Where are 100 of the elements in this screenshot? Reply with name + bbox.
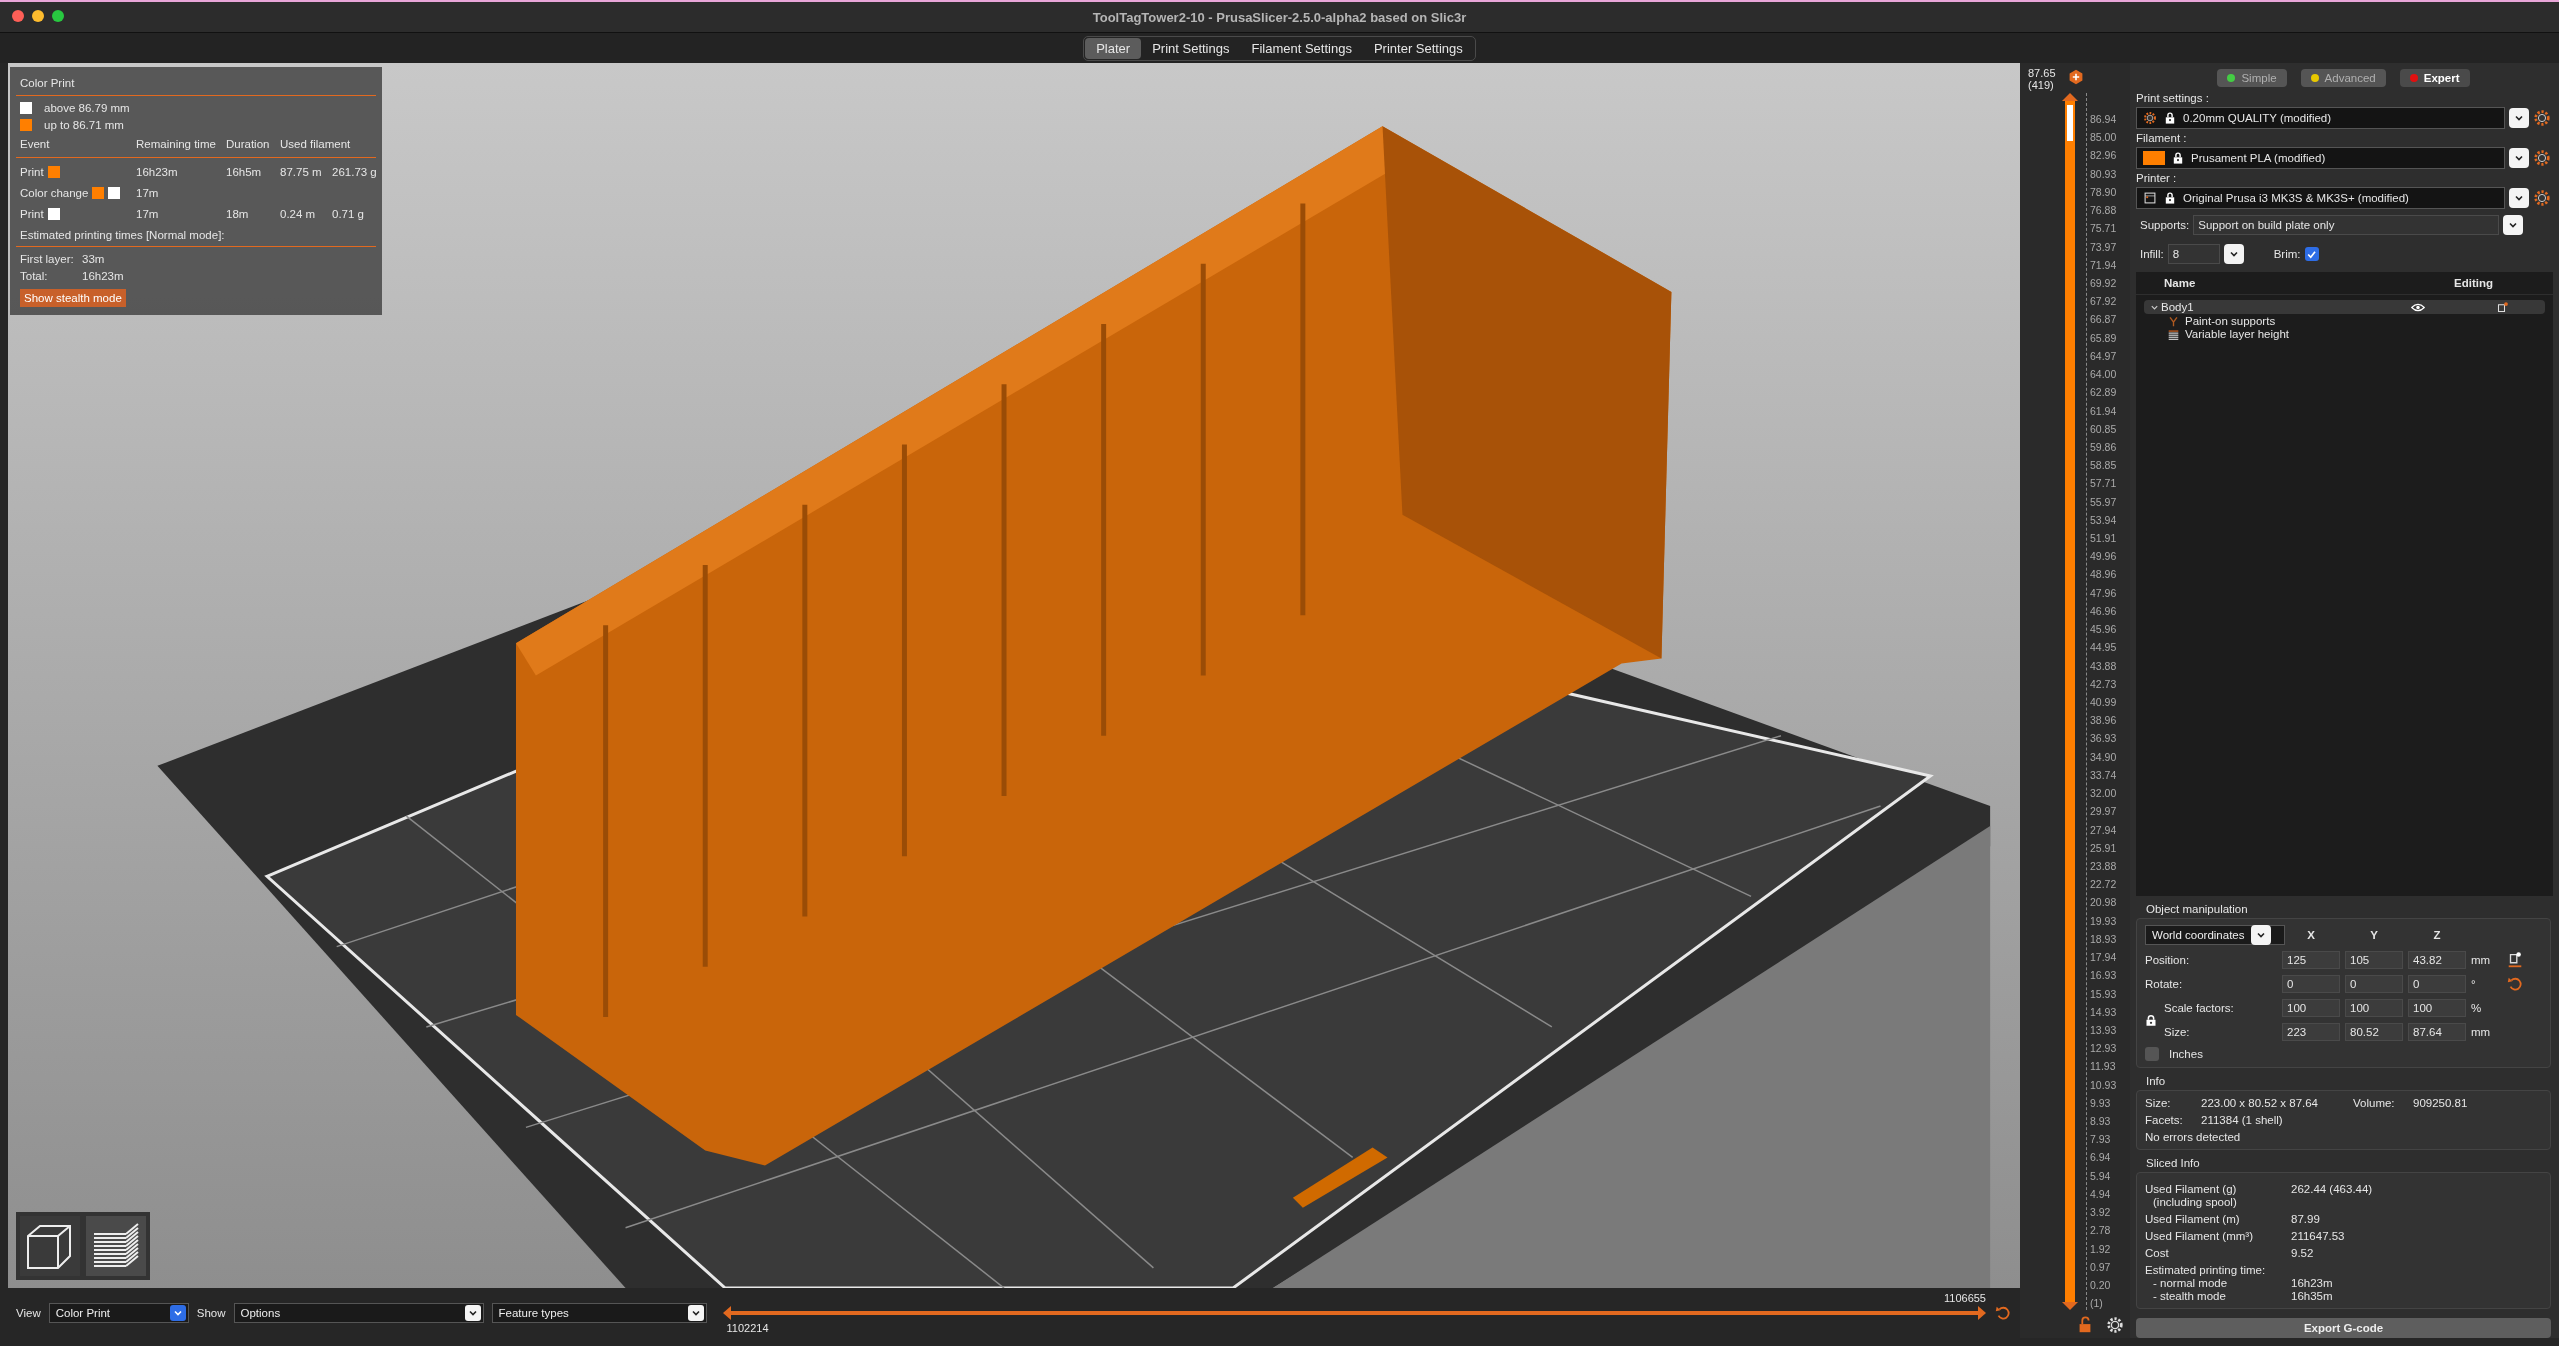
tab[interactable]: Plater: [1085, 37, 1142, 59]
input-field[interactable]: 100: [2345, 999, 2403, 1017]
table-cell-text: 17m: [136, 187, 160, 199]
eye-icon[interactable]: [2411, 302, 2425, 312]
layer-height-tick: 15.93: [2090, 987, 2117, 1000]
3d-scene-drawing[interactable]: [8, 63, 2020, 1288]
column-header: Name: [2164, 277, 2196, 289]
view-dropdown[interactable]: Color Print: [48, 1303, 189, 1323]
layers-icon: [2168, 328, 2179, 340]
slider-handle[interactable]: [1978, 1306, 1986, 1320]
dropdown-button[interactable]: [2251, 925, 2271, 945]
layer-height-tick: 51.91: [2090, 532, 2117, 545]
gear-icon[interactable]: [2533, 189, 2551, 207]
edit-icon[interactable]: [2497, 301, 2509, 313]
export-gcode-button[interactable]: Export G-code: [2136, 1318, 2551, 1338]
lock-icon[interactable]: [2145, 1013, 2157, 1027]
dropdown-button[interactable]: [2503, 215, 2523, 235]
chevron-down-icon[interactable]: [467, 1308, 478, 1318]
preset-dropdown[interactable]: 0.20mm QUALITY (modified): [2136, 107, 2505, 129]
chevron-down-icon[interactable]: [2508, 220, 2518, 230]
layer-height-tick: 16.93: [2090, 969, 2117, 982]
layer-height-tick: 5.94: [2090, 1169, 2112, 1182]
layer-slider[interactable]: [2065, 101, 2075, 1302]
layer-height-tick: 46.96: [2090, 604, 2117, 617]
layer-height-tick: 38.96: [2090, 714, 2117, 727]
move-slider[interactable]: [730, 1311, 1978, 1315]
input-field[interactable]: 43.82: [2408, 951, 2466, 969]
layers-icon[interactable]: [86, 1216, 146, 1276]
mode-button[interactable]: Advanced: [2300, 69, 2386, 87]
brim-checkbox[interactable]: [2304, 247, 2319, 261]
table-cell-text: 0.24 m: [280, 208, 317, 220]
object-row[interactable]: Body1: [2144, 300, 2545, 314]
slider-end-label: 1106655: [1944, 1292, 1986, 1304]
infill-field[interactable]: 8: [2167, 244, 2220, 264]
mode-button[interactable]: Expert: [2399, 69, 2470, 87]
layer-height-tick: 7.93: [2090, 1133, 2112, 1146]
input-field[interactable]: 105: [2345, 951, 2403, 969]
layer-height-tick: 6.94: [2090, 1151, 2112, 1164]
inches-checkbox[interactable]: [2145, 1047, 2159, 1061]
layer-height-tick: 27.94: [2090, 823, 2117, 836]
cube-icon[interactable]: [20, 1216, 80, 1276]
revert-icon[interactable]: [2506, 975, 2524, 993]
chevron-down-icon[interactable]: [2514, 193, 2524, 203]
feature-types-dropdown[interactable]: Feature types: [491, 1303, 707, 1323]
preset-label: Filament :: [2136, 132, 2188, 144]
close-button[interactable]: [12, 10, 24, 22]
minimize-button[interactable]: [32, 10, 44, 22]
input-field[interactable]: 100: [2408, 999, 2466, 1017]
object-part-name[interactable]: Paint-on supports: [2185, 315, 2276, 327]
table-cell-text: 18m: [226, 208, 250, 220]
tab[interactable]: Filament Settings: [1240, 37, 1363, 59]
preset-dropdown[interactable]: Prusament PLA (modified): [2136, 147, 2505, 169]
table-cell-text: 87.75 m: [280, 166, 323, 178]
show-dropdown[interactable]: Options: [233, 1303, 484, 1323]
legend-title: Color Print: [19, 76, 76, 91]
chevron-down-icon[interactable]: [2514, 113, 2524, 123]
input-field[interactable]: 80.52: [2345, 1023, 2403, 1041]
layer-height-tick: 48.96: [2090, 568, 2117, 581]
input-field[interactable]: 87.64: [2408, 1023, 2466, 1041]
field-label: Size:: [2164, 1026, 2191, 1038]
table-cell-text: 17m: [136, 208, 160, 220]
layer-height-tick: 20.98: [2090, 896, 2117, 909]
info-label: Volume:: [2353, 1097, 2396, 1109]
tab[interactable]: Print Settings: [1141, 37, 1241, 59]
info-label: Used Filament (m): [2145, 1213, 2241, 1225]
chevron-down-icon[interactable]: [690, 1308, 701, 1318]
chevron-down-icon[interactable]: [2256, 930, 2266, 940]
chevron-down-icon[interactable]: [2514, 153, 2524, 163]
dropdown-button[interactable]: [2509, 148, 2529, 168]
zoom-button[interactable]: [52, 10, 64, 22]
event-label: Print: [20, 208, 44, 220]
input-field[interactable]: 125: [2282, 951, 2340, 969]
dropdown-button[interactable]: [2509, 188, 2529, 208]
tab[interactable]: Printer Settings: [1362, 37, 1474, 59]
mode-button[interactable]: Simple: [2217, 69, 2287, 87]
layer-height-tick: 86.94: [2090, 113, 2117, 125]
input-field[interactable]: 100: [2282, 999, 2340, 1017]
input-field[interactable]: 0: [2408, 975, 2466, 993]
dropdown-button[interactable]: [2223, 244, 2244, 264]
slider-handle[interactable]: [2062, 1302, 2078, 1310]
input-field[interactable]: 0: [2345, 975, 2403, 993]
input-field[interactable]: 0: [2282, 975, 2340, 993]
legend-range-label: up to 86.71 mm: [44, 119, 124, 131]
chevron-down-icon[interactable]: [2228, 249, 2239, 259]
revert-icon[interactable]: [1994, 1304, 2012, 1322]
layer-height-tick: 45.96: [2090, 623, 2117, 636]
event-label: Color change: [20, 187, 89, 199]
preset-dropdown[interactable]: Original Prusa i3 MK3S & MK3S+ (modified): [2136, 187, 2505, 209]
drop-to-bed-icon[interactable]: [2506, 951, 2524, 969]
object-part-name[interactable]: Variable layer height: [2185, 328, 2289, 340]
info-label: Used Filament (mm³): [2145, 1230, 2254, 1242]
slider-start-label: 1102214: [725, 1322, 770, 1334]
stealth-mode-button[interactable]: Show stealth mode: [20, 289, 126, 307]
add-color-change-icon[interactable]: [2067, 69, 2084, 85]
gear-icon[interactable]: [2533, 109, 2551, 127]
column-header: Duration: [226, 138, 271, 150]
supports-dropdown[interactable]: Support on build plate only: [2193, 215, 2499, 235]
dropdown-button[interactable]: [2509, 108, 2529, 128]
gear-icon[interactable]: [2533, 149, 2551, 167]
input-field[interactable]: 223: [2282, 1023, 2340, 1041]
